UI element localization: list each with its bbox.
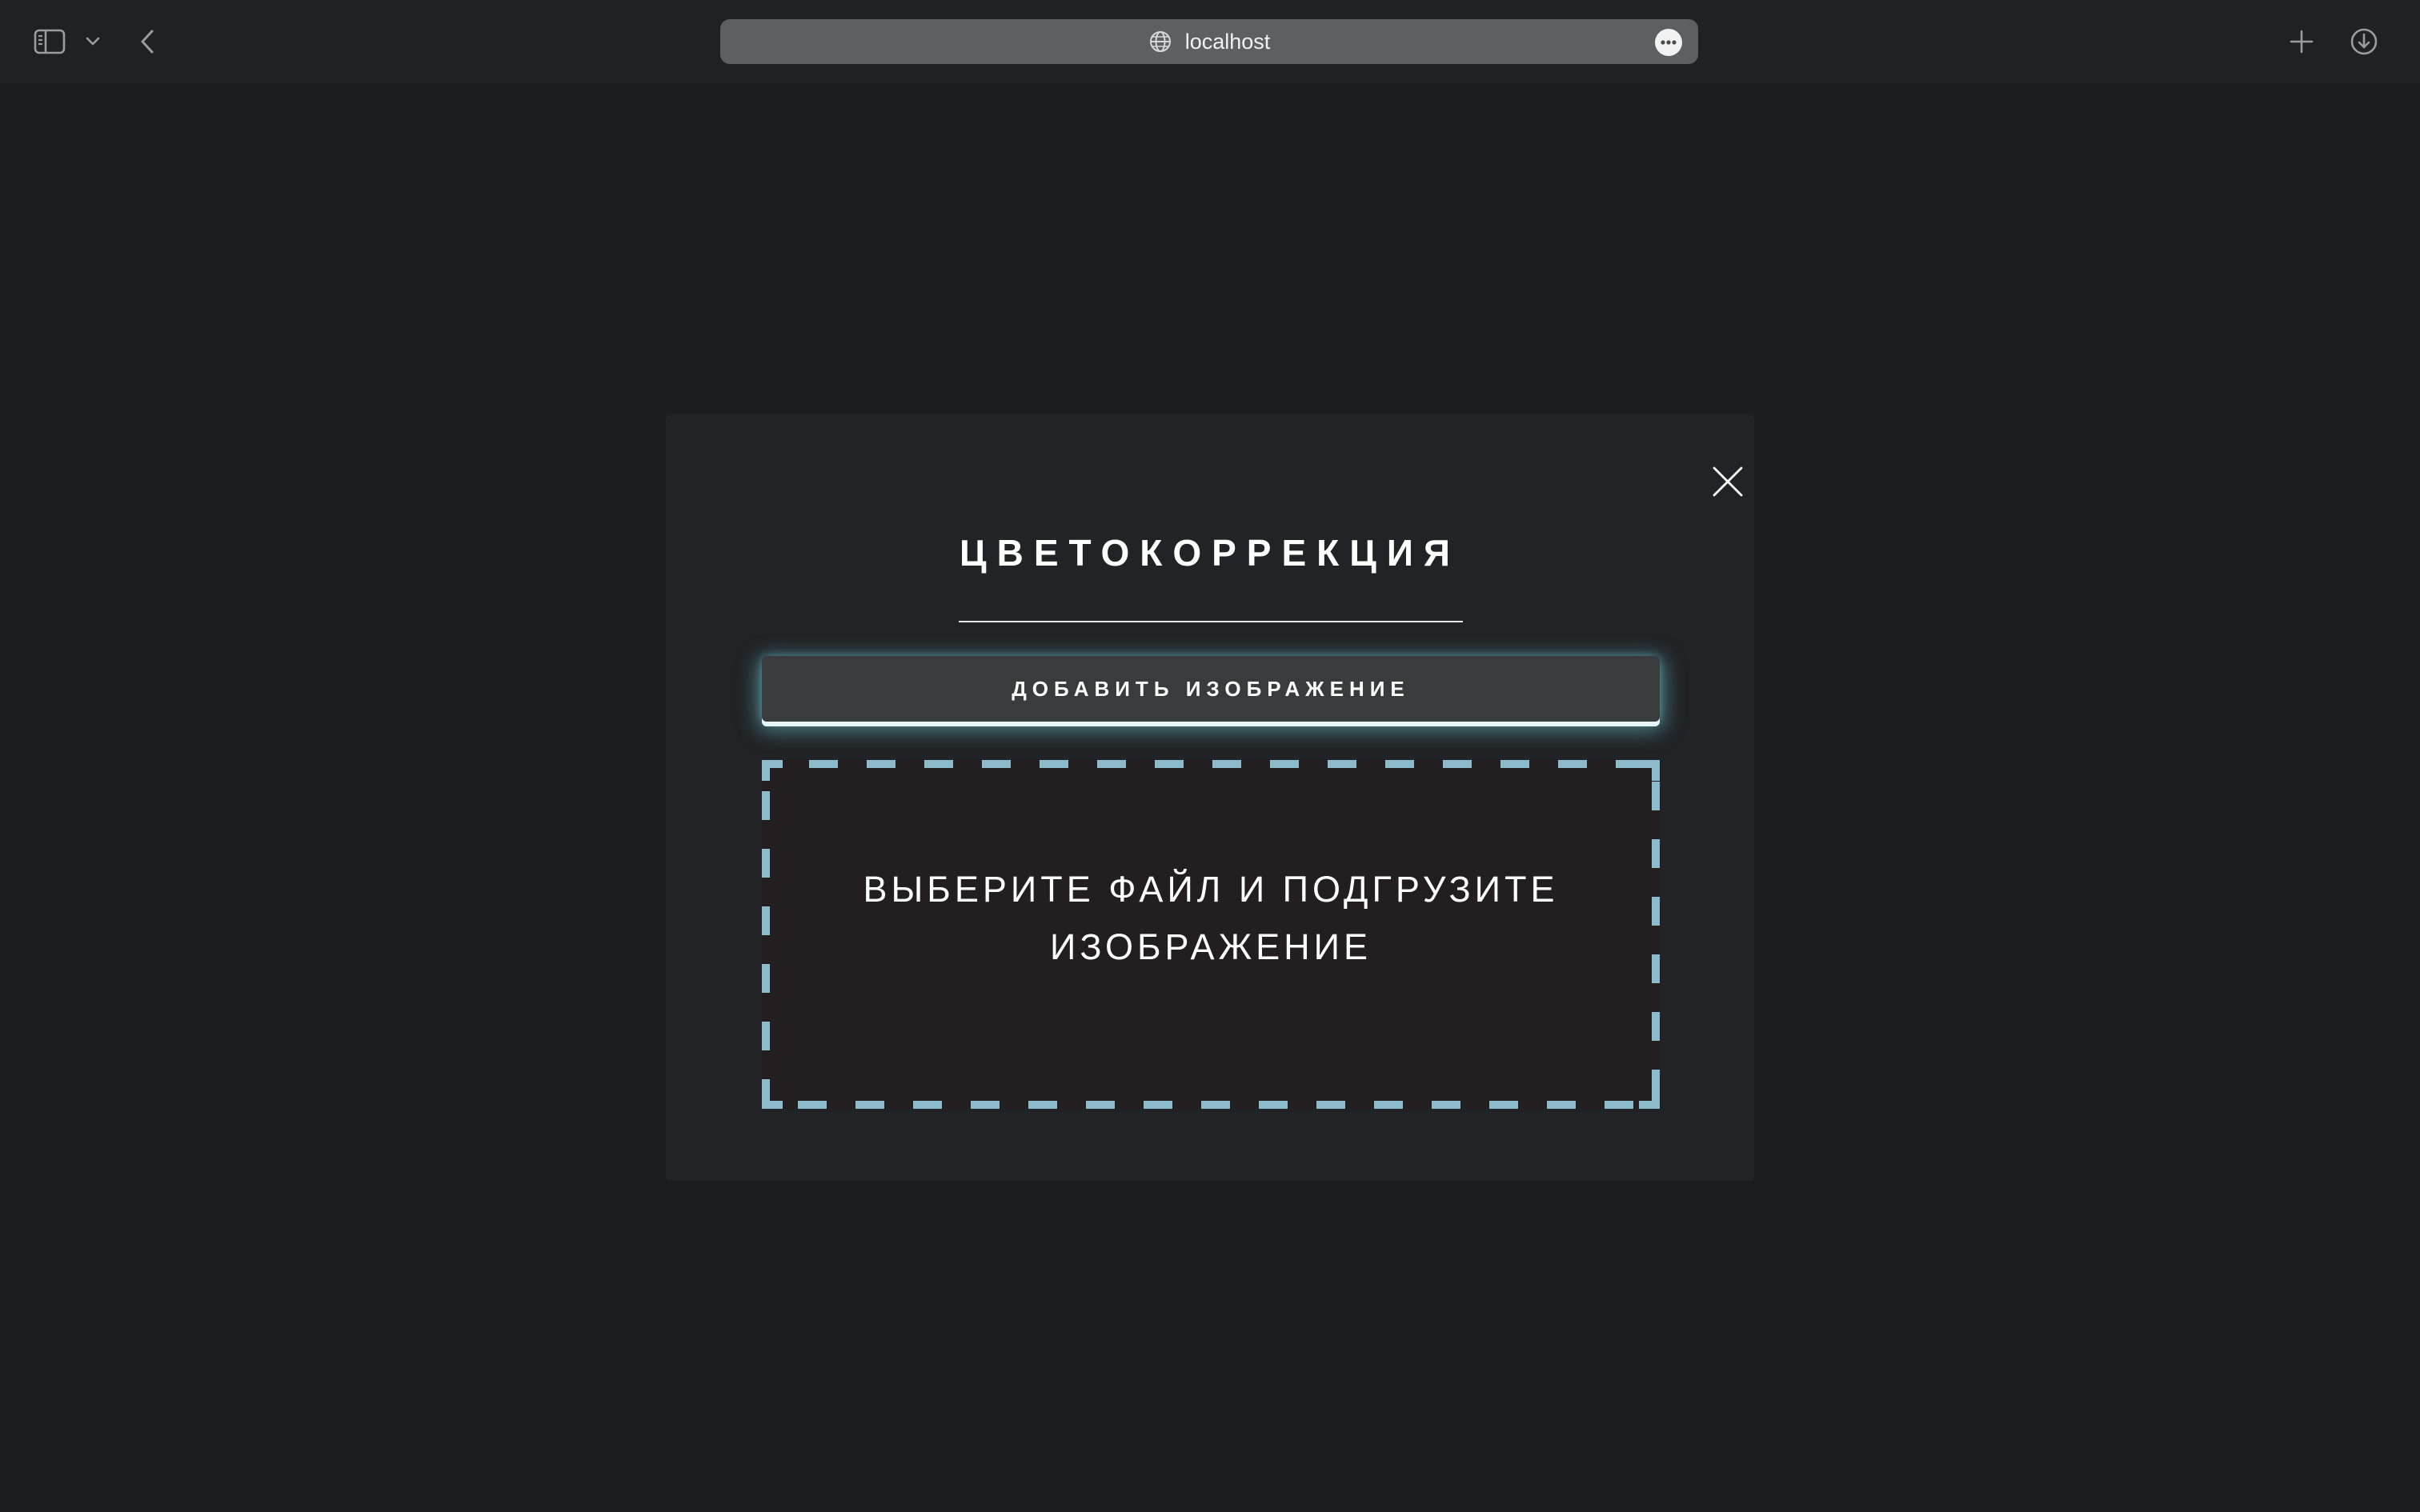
chevron-left-icon [141,30,154,54]
dropzone-instructions: ВЫБЕРИТЕ ФАЙЛ И ПОДГРУЗИТЕ ИЗОБРАЖЕНИЕ [762,861,1660,976]
address-content: localhost [1148,29,1271,54]
modal-title: ЦВЕТОКОРРЕКЦИЯ [960,532,1460,574]
new-tab-button[interactable] [2281,21,2322,62]
page-menu-button[interactable] [1655,29,1682,56]
sidebar-icon [34,29,66,54]
add-image-button[interactable]: ДОБАВИТЬ ИЗОБРАЖЕНИЕ [762,656,1660,722]
globe-icon [1148,30,1172,54]
ellipsis-icon [1661,40,1677,45]
address-bar[interactable]: localhost [720,19,1698,64]
dropzone-text-line-1: ВЫБЕРИТЕ ФАЙЛ И ПОДГРУЗИТЕ [863,869,1559,910]
close-button[interactable] [1689,450,1767,514]
image-dropzone[interactable]: ВЫБЕРИТЕ ФАЙЛ И ПОДГРУЗИТЕ ИЗОБРАЖЕНИЕ [762,760,1660,1109]
dropzone-text-line-2: ИЗОБРАЖЕНИЕ [1050,926,1372,967]
sidebar-toggle-button[interactable] [29,24,70,59]
title-underline [959,621,1463,622]
download-icon [2350,28,2378,55]
color-correction-modal: ЦВЕТОКОРРЕКЦИЯ ДОБАВИТЬ ИЗОБРАЖЕНИЕ ВЫБЕ… [666,414,1754,1181]
sidebar-menu-button[interactable] [80,27,106,56]
url-text: localhost [1184,29,1271,54]
chevron-down-icon [86,37,100,46]
browser-toolbar: localhost [0,0,2420,83]
downloads-button[interactable] [2343,21,2385,62]
close-icon [1713,466,1743,497]
plus-icon [2290,30,2314,54]
back-button[interactable] [131,22,163,61]
